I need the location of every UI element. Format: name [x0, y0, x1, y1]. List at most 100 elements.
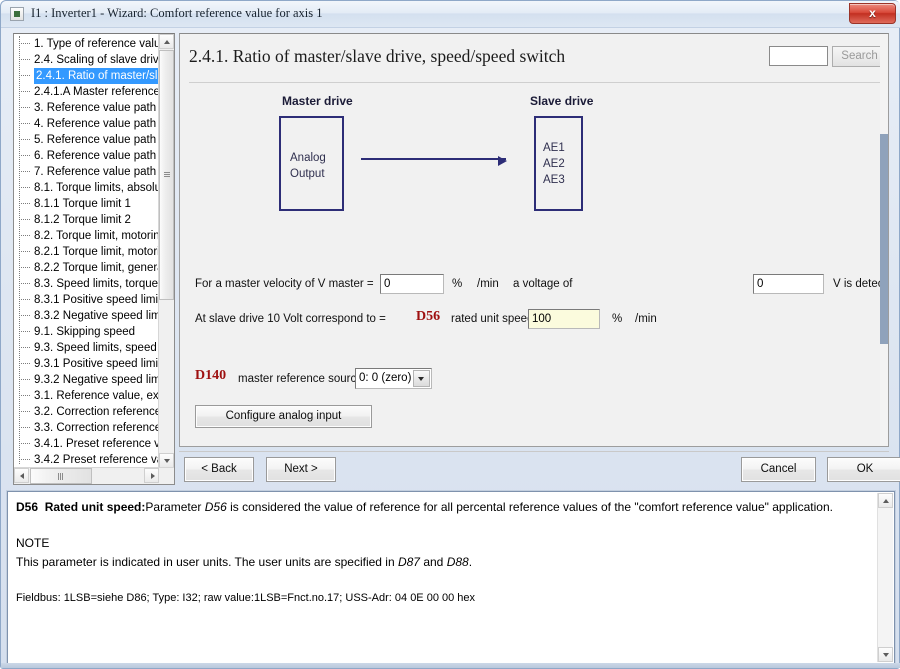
- configure-analog-input-button[interactable]: Configure analog input: [195, 405, 372, 428]
- tree-item[interactable]: 8.1.1 Torque limit 1: [14, 196, 160, 212]
- rated-speed-percent-unit: %: [612, 313, 623, 325]
- tree-item[interactable]: 8.2.1 Torque limit, motorin: [14, 244, 160, 260]
- tree-connector-icon: [19, 155, 30, 156]
- tree-item[interactable]: 4. Reference value path: [14, 116, 160, 132]
- tree-item[interactable]: 9.1. Skipping speed: [14, 324, 160, 340]
- tree-connector-icon: [19, 107, 30, 108]
- tree-connector-icon: [19, 187, 30, 188]
- tree-connector-icon: [19, 203, 30, 204]
- slave-box-line2: AE2: [543, 158, 565, 170]
- tree-item[interactable]: 3.4.1. Preset reference va: [14, 436, 160, 452]
- tree-item[interactable]: 8.2. Torque limit, motoring: [14, 228, 160, 244]
- slave-drive-label-text: At slave drive 10 Volt correspond to =: [195, 313, 386, 325]
- scroll-right-icon[interactable]: [144, 468, 159, 483]
- help-param-code: D56: [16, 500, 39, 514]
- chevron-down-icon[interactable]: [413, 370, 430, 387]
- tree-item[interactable]: 2.4. Scaling of slave drive: [14, 52, 160, 68]
- tree-item[interactable]: 8.2.2 Torque limit, genera: [14, 260, 160, 276]
- tree-item[interactable]: 3.4.2 Preset reference va: [14, 452, 160, 464]
- tree-item-label: 3.1. Reference value, ext: [34, 390, 160, 402]
- tree-item-label: 2.4.1.A Master reference: [34, 86, 160, 98]
- help-para1-ref: D56: [204, 500, 227, 514]
- tree-item[interactable]: 2.4.1.A Master reference: [14, 84, 160, 100]
- next-button[interactable]: Next >: [266, 457, 336, 482]
- help-para1-c: is considered the value of reference for…: [226, 500, 833, 514]
- tree-scroll-thumb[interactable]: [159, 50, 174, 300]
- back-button[interactable]: < Back: [184, 457, 254, 482]
- button-bar-divider: [179, 451, 889, 452]
- master-velocity-input[interactable]: 0: [380, 274, 444, 294]
- tree-item[interactable]: 9.3.2 Negative speed limi: [14, 372, 160, 388]
- navigation-tree-list[interactable]: 1. Type of reference valu 2.4. Scaling of…: [14, 36, 160, 464]
- tree-item-label: 8.1.1 Torque limit 1: [34, 198, 131, 210]
- help-vertical-scrollbar[interactable]: [877, 493, 893, 662]
- tree-connector-icon: [19, 43, 30, 44]
- title-divider: [189, 82, 882, 83]
- help-spacer: [16, 517, 872, 534]
- scroll-left-icon[interactable]: [14, 468, 29, 483]
- content-scroll-thumb[interactable]: [880, 134, 888, 344]
- tree-connector-icon: [19, 267, 30, 268]
- tree-item[interactable]: 3.1. Reference value, ext: [14, 388, 160, 404]
- cancel-button[interactable]: Cancel: [741, 457, 816, 482]
- rated-unit-speed-input[interactable]: 100: [528, 309, 600, 329]
- tree-hscroll-thumb[interactable]: [30, 468, 92, 484]
- tree-item-label: 3.3. Correction reference: [34, 422, 160, 434]
- help-scroll-down-icon[interactable]: [878, 647, 893, 662]
- param-d140-name: master reference source: [238, 373, 363, 385]
- tree-item[interactable]: 8.3. Speed limits, torque c: [14, 276, 160, 292]
- ok-button[interactable]: OK: [827, 457, 900, 482]
- scroll-up-icon[interactable]: [159, 34, 174, 49]
- master-velocity-percent-unit: %: [452, 278, 463, 290]
- tree-item-label: 9.3.1 Positive speed limits: [34, 358, 160, 370]
- tree-item[interactable]: 3.3. Correction reference: [14, 420, 160, 436]
- tree-connector-icon: [19, 363, 30, 364]
- tree-item[interactable]: 8.3.2 Negative speed limi: [14, 308, 160, 324]
- window-title: I1 : Inverter1 - Wizard: Comfort referen…: [31, 6, 323, 20]
- voltage-input[interactable]: 0: [753, 274, 824, 294]
- tree-item[interactable]: 9.3. Speed limits, speed c: [14, 340, 160, 356]
- help-note-body: This parameter is indicated in user unit…: [16, 553, 872, 572]
- search-button[interactable]: Search: [832, 46, 887, 67]
- tree-item-label: 9.1. Skipping speed: [34, 326, 136, 338]
- tree-connector-icon: [19, 283, 30, 284]
- tree-item[interactable]: 8.1. Torque limits, absolut: [14, 180, 160, 196]
- param-d140-code: D140: [195, 368, 227, 383]
- master-reference-source-select[interactable]: 0: 0 (zero): [355, 368, 432, 389]
- tree-item-label: 8.2.2 Torque limit, genera: [34, 262, 160, 274]
- tree-item-label: 2.4.1. Ratio of master/sla: [34, 68, 160, 84]
- master-velocity-permin-unit: /min: [477, 278, 499, 290]
- close-icon[interactable]: x: [849, 3, 896, 24]
- tree-item[interactable]: 8.1.2 Torque limit 2: [14, 212, 160, 228]
- tree-item[interactable]: 8.3.1 Positive speed limit: [14, 292, 160, 308]
- master-box-line1: Analog: [290, 152, 326, 164]
- tree-connector-icon: [19, 123, 30, 124]
- tree-item-label: 6. Reference value path: [34, 150, 157, 162]
- tree-item-label: 9.3. Speed limits, speed c: [34, 342, 160, 354]
- help-note-e: .: [468, 555, 473, 569]
- tree-item[interactable]: 2.4.1. Ratio of master/sla: [14, 68, 160, 84]
- tree-item[interactable]: 5. Reference value path: [14, 132, 160, 148]
- tree-item[interactable]: 1. Type of reference valu: [14, 36, 160, 52]
- tree-item-label: 3.2. Correction reference: [34, 406, 160, 418]
- tree-item-label: 7. Reference value path: [34, 166, 157, 178]
- tree-item[interactable]: 6. Reference value path: [14, 148, 160, 164]
- voltage-of-label: a voltage of: [513, 278, 573, 290]
- search-input[interactable]: [769, 46, 828, 66]
- tree-connector-icon: [19, 315, 30, 316]
- tree-item[interactable]: 7. Reference value path: [14, 164, 160, 180]
- help-note-a: This parameter is indicated in user unit…: [16, 555, 398, 569]
- rated-speed-permin-unit: /min: [635, 313, 657, 325]
- content-vertical-scrollbar[interactable]: [880, 34, 888, 446]
- tree-item[interactable]: 9.3.1 Positive speed limits: [14, 356, 160, 372]
- help-note-ref1: D87: [397, 555, 420, 569]
- help-scroll-up-icon[interactable]: [878, 493, 893, 508]
- scroll-down-icon[interactable]: [159, 453, 174, 468]
- tree-connector-icon: [19, 251, 30, 252]
- tree-item[interactable]: 3.2. Correction reference: [14, 404, 160, 420]
- tree-item[interactable]: 3. Reference value path: [14, 100, 160, 116]
- tree-vertical-scrollbar[interactable]: [158, 34, 174, 468]
- tree-horizontal-scrollbar[interactable]: [14, 467, 174, 484]
- tree-connector-icon: [19, 459, 30, 460]
- tree-connector-icon: [19, 91, 30, 92]
